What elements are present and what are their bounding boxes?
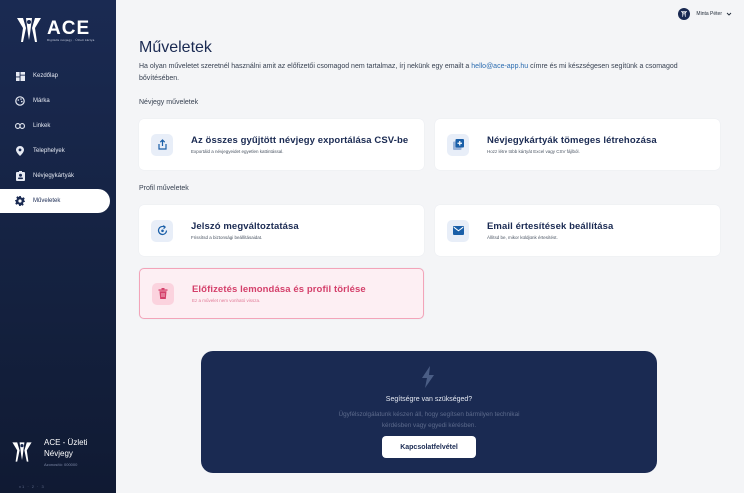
page-title: Műveletek [139,39,212,56]
mail-icon [447,219,469,242]
card-description: Hozz létre több kártyát Excel vagy CSV f… [487,149,580,154]
dashboard-icon [15,71,25,81]
company-id: Azonosító: 000000 [44,462,78,467]
card-title: Névjegykártyák tömeges létrehozása [487,135,657,146]
gear-icon [15,196,25,206]
card-description: Exportáld a névjegyeidet egyetlen kattin… [191,149,284,154]
card-description: Állítsd be, mikor küldjünk értesítést. [487,235,558,240]
export-csv-card[interactable]: Az összes gyűjtött névjegy exportálása C… [139,119,424,170]
password-reset-icon [151,219,173,242]
sidebar: ACE Digitális névjegy · Üzleti kártya Ke… [0,0,116,493]
chevron-down-icon [726,12,732,16]
avatar [678,8,691,20]
help-panel: Segítségre van szükséged? Ügyfélszolgála… [201,351,657,473]
help-description: Ügyfélszolgálatunk készen áll, hogy segí… [338,411,520,429]
page-intro: Ha olyan műveletet szeretnél használni a… [139,61,709,85]
sidebar-item-telephelyek[interactable]: Telephelyek [0,139,116,163]
card-description: Ez a művelet nem vonható vissza. [192,298,261,303]
location-pin-icon [15,146,25,156]
logo-wordmark: ACE [47,17,91,39]
sidebar-item-linkek[interactable]: Linkek [0,114,116,138]
section-label-profile-actions: Profil műveletek [139,185,189,192]
sidebar-item-label: Márka [33,98,50,104]
card-title: Előfizetés lemondása és profil törlése [192,284,366,295]
company-logo-icon [12,442,32,462]
add-cards-icon [447,133,469,156]
delete-profile-card[interactable]: Előfizetés lemondása és profil törlése E… [139,268,424,319]
card-title: Email értesítések beállítása [487,221,614,232]
app-version: v1 · 2 · 3 [19,484,45,489]
help-title: Segítségre van szükséged? [385,396,473,403]
sidebar-item-label: Linkek [33,123,51,129]
ace-logo[interactable]: ACE Digitális névjegy · Üzleti kártya [14,12,106,48]
section-label-card-actions: Névjegy műveletek [139,99,199,106]
contact-card-icon [15,171,25,181]
support-email-link[interactable]: hello@ace-app.hu [471,63,528,70]
company-name: ACE - Üzleti Névjegy [44,438,88,458]
user-avatar-icon [681,11,688,17]
ace-emblem-icon [17,18,41,42]
card-title: Jelszó megváltoztatása [191,221,299,232]
export-icon [151,133,173,156]
user-name: Minta Péter [696,11,722,17]
sidebar-item-kezdolap[interactable]: Kezdőlap [0,64,116,88]
palette-icon [15,96,25,106]
intro-text-before: Ha olyan műveletet szeretnél használni a… [139,63,472,70]
email-notifications-card[interactable]: Email értesítések beállítása Állítsd be,… [435,205,720,256]
trash-icon [152,282,174,305]
sidebar-item-nevjegykartyak[interactable]: Névjegykártyák [0,164,116,188]
sidebar-item-label: Telephelyek [33,148,65,154]
change-password-card[interactable]: Jelszó megváltoztatása Frissítsd a bizto… [139,205,424,256]
sidebar-item-marka[interactable]: Márka [0,89,116,113]
user-menu[interactable]: Minta Péter [678,8,732,20]
sidebar-item-muveletek[interactable]: Műveletek [0,189,110,213]
bulk-create-card[interactable]: Névjegykártyák tömeges létrehozása Hozz … [435,119,720,170]
sidebar-item-label: Névjegykártyák [33,173,75,179]
sidebar-nav: Kezdőlap Márka Linkek Telephelyek Névjeg… [0,64,116,214]
sidebar-item-label: Műveletek [33,198,61,204]
link-icon [15,121,25,131]
sidebar-item-label: Kezdőlap [33,73,59,79]
lightning-icon [422,366,434,388]
card-description: Frissítsd a biztonsági beállításaidat. [191,235,263,240]
logo-tagline: Digitális névjegy · Üzleti kártya [47,37,95,42]
company-profile[interactable]: ACE - Üzleti Névjegy Azonosító: 000000 [10,437,110,467]
card-title: Az összes gyűjtött névjegy exportálása C… [191,135,409,146]
contact-button[interactable]: Kapcsolatfelvétel [382,436,476,458]
